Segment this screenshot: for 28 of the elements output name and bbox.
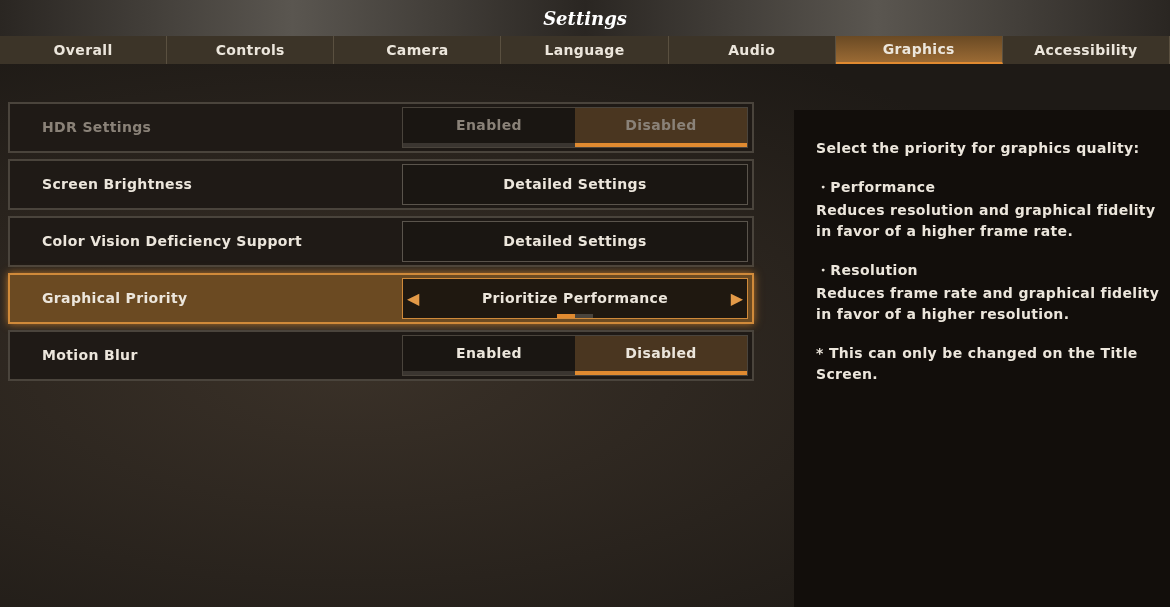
description-text: Reduces resolution and graphical fidelity in favor of a higher frame rate. (816, 201, 1157, 241)
detailed-settings-button[interactable]: Detailed Settings (402, 164, 748, 205)
setting-label: Screen Brightness (42, 175, 193, 194)
tab[interactable]: Camera (334, 36, 502, 64)
tab[interactable]: Accessibility (1002, 36, 1170, 64)
description-text: ・Resolution (816, 261, 919, 280)
setting-row[interactable]: Graphical Priority ◀ Prioritize Performance ▶ (8, 273, 754, 324)
detailed-settings-button[interactable]: Detailed Settings (402, 221, 748, 262)
setting-row[interactable]: Color Vision Deficiency Support Detailed Settings (8, 216, 754, 267)
tab[interactable]: Overall (0, 36, 168, 64)
toggle-option[interactable]: Disabled (575, 336, 747, 375)
setting-label: Color Vision Deficiency Support (42, 232, 303, 251)
tab[interactable]: Controls (167, 36, 335, 64)
setting-label: Graphical Priority (42, 289, 188, 308)
option-selector[interactable]: ◀ Prioritize Performance ▶ (402, 278, 748, 319)
setting-row[interactable]: Motion Blur Enabled Disabled (8, 330, 754, 381)
tab[interactable]: Audio (668, 36, 836, 64)
window-title: Settings (543, 6, 627, 31)
selector-value: Prioritize Performance (481, 289, 669, 308)
description-text: Reduces frame rate and graphical fidelity in favor of a higher resolution. (816, 284, 1160, 324)
description-text: ・Performance (816, 178, 937, 197)
tab[interactable]: Graphics (835, 36, 1003, 64)
tab[interactable]: Language (501, 36, 669, 64)
description-text: * This can only be changed on the Title Screen. (816, 344, 1139, 384)
setting-label: Motion Blur (42, 346, 138, 365)
setting-label: HDR Settings (42, 118, 152, 137)
setting-row[interactable]: Screen Brightness Detailed Settings (8, 159, 754, 210)
description-text: Select the priority for graphics quality: (816, 139, 1141, 158)
